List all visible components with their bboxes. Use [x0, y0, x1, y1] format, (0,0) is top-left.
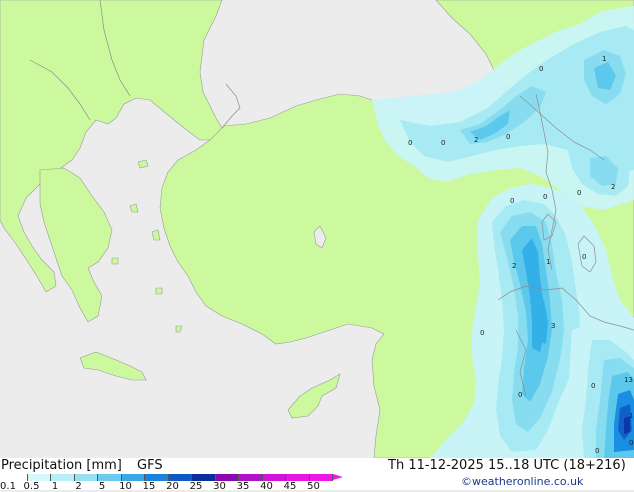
legend-swatch: [145, 474, 169, 481]
contour-label: 13: [624, 376, 633, 384]
legend-swatch: [239, 474, 263, 481]
map-title: Precipitation [mm]: [1, 458, 122, 473]
legend-swatch: [98, 474, 122, 481]
contour-label: 2: [474, 136, 478, 144]
legend-tick-label: 1: [51, 481, 59, 492]
aegean-island: [111, 257, 119, 265]
contour-label: 1: [546, 258, 550, 266]
contour-label: 1: [602, 55, 606, 63]
contour-label: 0: [506, 133, 510, 141]
legend-tick-label: 35: [236, 481, 250, 492]
legend-swatch: [192, 474, 216, 481]
legend-tick-label: 50: [307, 481, 320, 492]
legend-swatch: [309, 474, 333, 481]
contour-label: 0: [518, 391, 522, 399]
legend-swatch: [121, 474, 145, 481]
contour-label: 0: [408, 139, 412, 147]
contour-label: 0: [577, 189, 581, 197]
legend-tick-label: 0.5: [23, 481, 40, 492]
legend-tick-label: 5: [98, 481, 106, 492]
contour-label: 2: [611, 183, 615, 191]
legend-tick-label: 0.1: [0, 481, 16, 492]
legend-swatch: [215, 474, 239, 481]
model-name: GFS: [137, 458, 163, 473]
legend-swatch: [4, 474, 28, 481]
legend-tick-label: 2: [75, 481, 82, 492]
contour-label: 0: [595, 447, 599, 455]
legend-swatch: [27, 474, 51, 481]
precipitation-map: 0 1 0 0 0 2 0 0 0 0 2 2 1 0 3 0 0 0 13 0…: [0, 0, 634, 458]
contour-label: 0: [480, 329, 484, 337]
legend-swatch: [168, 474, 192, 481]
copyright-text: ©weatheronline.co.uk: [461, 475, 584, 488]
legend-arrow: [333, 474, 343, 480]
contour-label: 1: [629, 412, 633, 420]
contour-label: 0: [543, 193, 547, 201]
legend-swatch: [286, 474, 310, 481]
legend-swatch: [74, 474, 98, 481]
color-scale: [4, 474, 343, 481]
legend-tick-label: 30: [213, 481, 226, 492]
contour-label: 0: [629, 439, 633, 447]
contour-label: 0: [539, 65, 543, 73]
contour-label: 0: [591, 382, 595, 390]
legend-swatch: [51, 474, 75, 481]
aegean-island: [155, 287, 163, 295]
contour-label: 0: [582, 253, 586, 261]
contour-label: 3: [551, 322, 555, 330]
legend-tick-label: 15: [142, 481, 156, 492]
legend-tick-label: 25: [189, 481, 203, 492]
valid-datetime: Th 11-12-2025 15..18 UTC (18+216): [388, 458, 626, 473]
legend-tick-label: 10: [119, 481, 132, 492]
legend-tick-label: 20: [166, 481, 179, 492]
legend-tick-label: 45: [283, 481, 297, 492]
legend-swatch: [262, 474, 286, 481]
legend-tick-label: 40: [260, 481, 273, 492]
contour-label: 0: [510, 197, 514, 205]
contour-label: 2: [512, 262, 516, 270]
map-canvas: 0 1 0 0 0 2 0 0 0 0 2 2 1 0 3 0 0 0 13 0…: [0, 0, 634, 458]
contour-label: 0: [441, 139, 445, 147]
